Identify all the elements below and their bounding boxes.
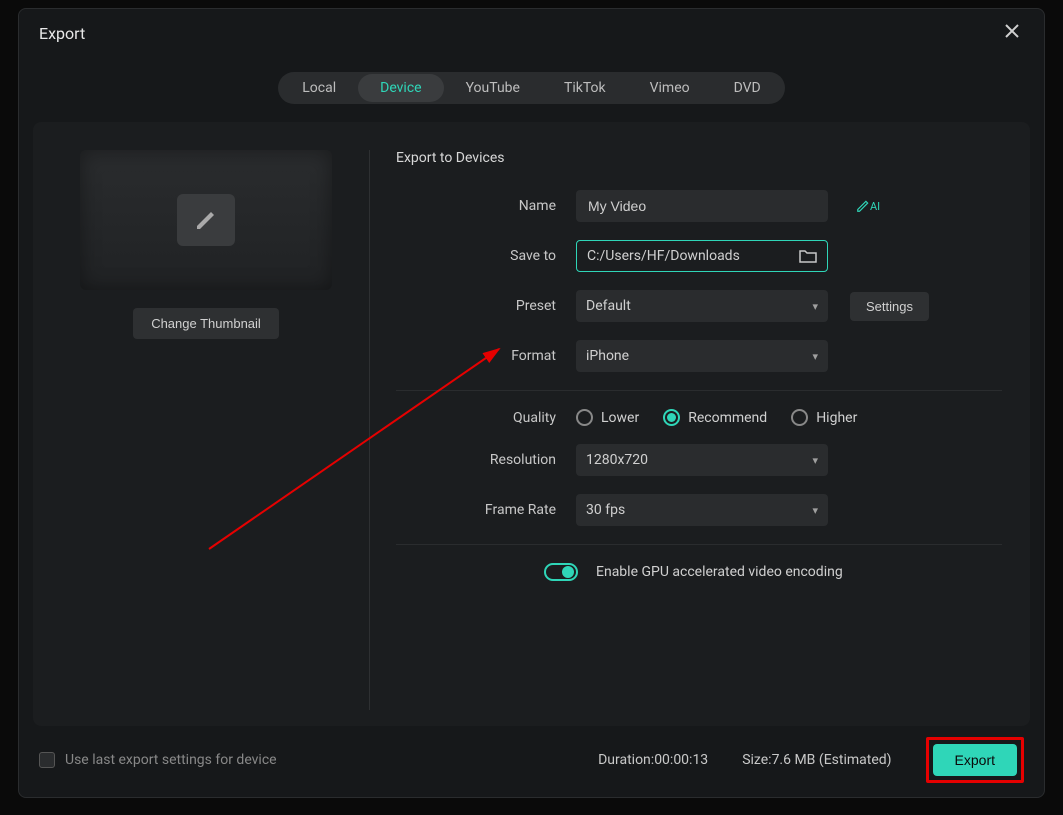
export-dialog: Export Local Device YouTube TikTok Vimeo… [18, 8, 1045, 798]
footer: Use last export settings for device Dura… [19, 723, 1044, 797]
format-select[interactable]: iPhone ▾ [576, 340, 828, 372]
resolution-select[interactable]: 1280x720 ▾ [576, 444, 828, 476]
chevron-down-icon: ▾ [812, 504, 818, 517]
quality-higher-label: Higher [816, 410, 857, 426]
section-title: Export to Devices [396, 150, 1002, 166]
tab-dvd[interactable]: DVD [712, 74, 783, 102]
ai-text: AI [870, 200, 880, 213]
gpu-toggle[interactable] [544, 563, 578, 581]
radio-icon [663, 409, 680, 426]
divider [396, 544, 1002, 545]
thumbnail-preview[interactable] [80, 150, 332, 290]
folder-icon [799, 249, 817, 263]
row-name: Name AI [396, 190, 1002, 222]
divider [396, 390, 1002, 391]
use-last-settings-checkbox[interactable] [39, 752, 55, 768]
saveto-label: Save to [396, 248, 576, 264]
toggle-knob [562, 566, 574, 578]
titlebar: Export [19, 9, 1044, 50]
format-value: iPhone [586, 348, 629, 364]
vertical-divider [369, 150, 370, 710]
thumbnail-placeholder [177, 194, 235, 246]
dialog-title: Export [39, 24, 85, 43]
preset-label: Preset [396, 298, 576, 314]
chevron-down-icon: ▾ [812, 300, 818, 313]
saveto-value: C:/Users/HF/Downloads [587, 248, 740, 264]
resolution-label: Resolution [396, 452, 576, 468]
annotation-highlight: Export [926, 737, 1024, 783]
radio-icon [791, 409, 808, 426]
chevron-down-icon: ▾ [812, 454, 818, 467]
tab-vimeo[interactable]: Vimeo [628, 74, 712, 102]
size-info: Size:7.6 MB (Estimated) [742, 752, 891, 768]
quality-higher-radio[interactable]: Higher [791, 409, 857, 426]
tab-tiktok[interactable]: TikTok [542, 74, 628, 102]
gpu-label: Enable GPU accelerated video encoding [596, 564, 843, 580]
tab-youtube[interactable]: YouTube [444, 74, 542, 102]
row-gpu: Enable GPU accelerated video encoding [544, 563, 1002, 581]
name-input[interactable] [576, 190, 828, 222]
quality-lower-radio[interactable]: Lower [576, 409, 639, 426]
radio-icon [576, 409, 593, 426]
quality-label: Quality [396, 410, 576, 426]
row-saveto: Save to C:/Users/HF/Downloads [396, 240, 1002, 272]
tab-device[interactable]: Device [358, 74, 443, 102]
row-quality: Quality Lower Recommend Higher [396, 409, 1002, 426]
pencil-icon [194, 208, 218, 232]
quality-recommend-radio[interactable]: Recommend [663, 409, 767, 426]
export-tabs: Local Device YouTube TikTok Vimeo DVD [278, 72, 785, 104]
quality-recommend-label: Recommend [688, 410, 767, 426]
chevron-down-icon: ▾ [812, 350, 818, 363]
close-button[interactable] [1000, 23, 1024, 44]
saveto-input[interactable]: C:/Users/HF/Downloads [576, 240, 828, 272]
row-preset: Preset Default ▾ Settings [396, 290, 1002, 322]
preset-value: Default [586, 298, 631, 314]
quality-radio-group: Lower Recommend Higher [576, 409, 857, 426]
duration-info: Duration:00:00:13 [598, 752, 708, 768]
ai-rename-button[interactable]: AI [856, 199, 880, 213]
quality-lower-label: Lower [601, 410, 639, 426]
format-label: Format [396, 348, 576, 364]
pen-icon [856, 199, 870, 213]
resolution-value: 1280x720 [586, 452, 648, 468]
framerate-select[interactable]: 30 fps ▾ [576, 494, 828, 526]
use-last-settings-label: Use last export settings for device [65, 752, 277, 768]
form-panel: Export to Devices Name AI Save to C:/Use… [378, 150, 1002, 698]
change-thumbnail-button[interactable]: Change Thumbnail [133, 308, 279, 339]
framerate-label: Frame Rate [396, 502, 576, 518]
settings-button[interactable]: Settings [850, 292, 929, 321]
tab-local[interactable]: Local [280, 74, 358, 102]
close-icon [1004, 23, 1020, 39]
row-resolution: Resolution 1280x720 ▾ [396, 444, 1002, 476]
export-button[interactable]: Export [933, 744, 1017, 776]
row-format: Format iPhone ▾ [396, 340, 1002, 372]
row-framerate: Frame Rate 30 fps ▾ [396, 494, 1002, 526]
preset-select[interactable]: Default ▾ [576, 290, 828, 322]
content-panel: Change Thumbnail Export to Devices Name … [33, 122, 1030, 726]
name-label: Name [396, 198, 576, 214]
framerate-value: 30 fps [586, 502, 625, 518]
thumbnail-panel: Change Thumbnail [61, 150, 351, 698]
